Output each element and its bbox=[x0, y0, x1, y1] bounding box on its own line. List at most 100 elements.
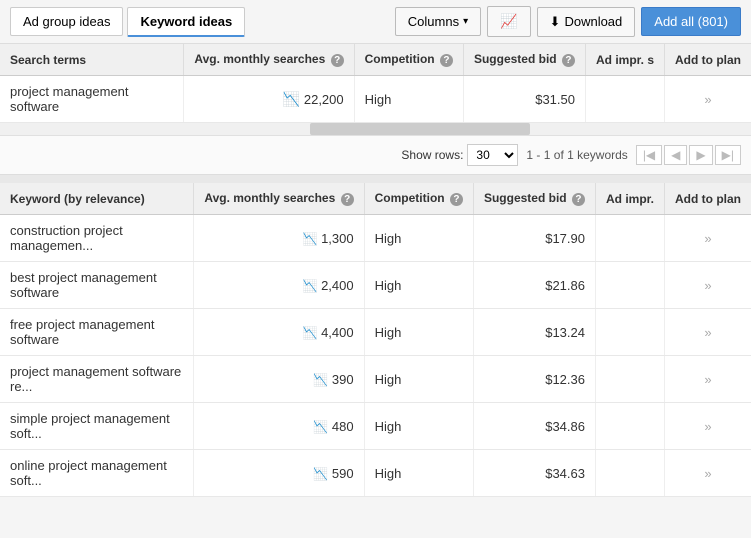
col-competition-search: Competition ? bbox=[354, 44, 463, 76]
help-bid-search[interactable]: ? bbox=[562, 54, 575, 67]
search-terms-table: Search terms Avg. monthly searches ? Com… bbox=[0, 44, 751, 123]
kw-addplan-cell[interactable]: » bbox=[665, 309, 751, 356]
rows-select[interactable]: 30 50 100 bbox=[467, 144, 518, 166]
help-avg-monthly-kw[interactable]: ? bbox=[341, 193, 354, 206]
kw-competition-cell: High bbox=[364, 215, 473, 262]
kw-term-cell: construction project managemen... bbox=[0, 215, 194, 262]
columns-label: Columns bbox=[408, 14, 459, 29]
kw-adimpr-cell bbox=[595, 403, 664, 450]
tab-ad-group-ideas[interactable]: Ad group ideas bbox=[10, 7, 123, 36]
trend-icon: 📉 bbox=[303, 326, 318, 340]
kw-competition-cell: High bbox=[364, 356, 473, 403]
first-page-button[interactable]: |◀ bbox=[636, 145, 662, 165]
download-icon: ⬇ bbox=[550, 14, 561, 30]
search-term-cell: project management software bbox=[0, 76, 184, 123]
trend-icon: 📉 bbox=[303, 232, 318, 246]
col-avg-monthly-search: Avg. monthly searches ? bbox=[184, 44, 354, 76]
kw-monthly-cell: 📉 390 bbox=[194, 356, 364, 403]
kw-competition-cell: High bbox=[364, 403, 473, 450]
kw-bid-cell: $17.90 bbox=[473, 215, 595, 262]
help-competition-search[interactable]: ? bbox=[440, 54, 453, 67]
chart-button[interactable]: 📈 bbox=[487, 6, 530, 37]
trend-icon: 📉 bbox=[313, 420, 328, 434]
kw-addplan-cell[interactable]: » bbox=[665, 356, 751, 403]
kw-adimpr-cell bbox=[595, 215, 664, 262]
kw-bid-cell: $21.86 bbox=[473, 262, 595, 309]
keyword-row-4: simple project management soft... 📉 480 … bbox=[0, 403, 751, 450]
kw-adimpr-cell bbox=[595, 450, 664, 497]
search-bid-cell: $31.50 bbox=[463, 76, 585, 123]
kw-addplan-cell[interactable]: » bbox=[665, 262, 751, 309]
scrollbar-thumb bbox=[310, 123, 530, 135]
col-avg-monthly-kw: Avg. monthly searches ? bbox=[194, 183, 364, 215]
kw-monthly-cell: 📉 480 bbox=[194, 403, 364, 450]
kw-adimpr-cell bbox=[595, 356, 664, 403]
search-table-header-row: Search terms Avg. monthly searches ? Com… bbox=[0, 44, 751, 76]
download-button[interactable]: ⬇ Download bbox=[537, 7, 636, 37]
kw-term-cell: simple project management soft... bbox=[0, 403, 194, 450]
search-term-row-0: project management software 📉 22,200 Hig… bbox=[0, 76, 751, 123]
kw-bid-cell: $34.86 bbox=[473, 403, 595, 450]
next-page-button[interactable]: ▶ bbox=[689, 145, 712, 165]
search-addplan-cell[interactable]: » bbox=[665, 76, 751, 123]
col-suggested-bid-search: Suggested bid ? bbox=[463, 44, 585, 76]
col-search-terms: Search terms bbox=[0, 44, 184, 76]
tab-keyword-ideas[interactable]: Keyword ideas bbox=[127, 7, 245, 37]
col-add-to-plan-kw: Add to plan bbox=[665, 183, 751, 215]
kw-addplan-cell[interactable]: » bbox=[665, 450, 751, 497]
trend-icon: 📉 bbox=[283, 91, 300, 107]
search-adimpr-cell bbox=[585, 76, 664, 123]
top-bar: Ad group ideas Keyword ideas Columns ▾ 📈… bbox=[0, 0, 751, 44]
show-rows-control: Show rows: 30 50 100 bbox=[401, 144, 518, 166]
kw-term-cell: best project management software bbox=[0, 262, 194, 309]
col-add-to-plan-search: Add to plan bbox=[665, 44, 751, 76]
download-label: Download bbox=[564, 14, 622, 29]
kw-addplan-cell[interactable]: » bbox=[665, 403, 751, 450]
keyword-row-5: online project management soft... 📉 590 … bbox=[0, 450, 751, 497]
kw-adimpr-cell bbox=[595, 262, 664, 309]
kw-bid-cell: $12.36 bbox=[473, 356, 595, 403]
kw-bid-cell: $13.24 bbox=[473, 309, 595, 356]
search-monthly-cell: 📉 22,200 bbox=[184, 76, 354, 123]
columns-button[interactable]: Columns ▾ bbox=[395, 7, 481, 36]
kw-term-cell: free project management software bbox=[0, 309, 194, 356]
keyword-row-3: project management software re... 📉 390 … bbox=[0, 356, 751, 403]
scrollbar[interactable] bbox=[0, 123, 751, 135]
keyword-ideas-section: Keyword (by relevance) Avg. monthly sear… bbox=[0, 183, 751, 497]
kw-competition-cell: High bbox=[364, 262, 473, 309]
kw-monthly-cell: 📉 1,300 bbox=[194, 215, 364, 262]
trend-icon: 📉 bbox=[313, 373, 328, 387]
col-ad-impr-kw: Ad impr. bbox=[595, 183, 664, 215]
chevron-down-icon: ▾ bbox=[463, 16, 468, 27]
kw-competition-cell: High bbox=[364, 309, 473, 356]
prev-page-button[interactable]: ◀ bbox=[664, 145, 687, 165]
kw-term-cell: project management software re... bbox=[0, 356, 194, 403]
trend-icon: 📉 bbox=[303, 279, 318, 293]
trend-icon: 📉 bbox=[313, 467, 328, 481]
keyword-row-2: free project management software 📉 4,400… bbox=[0, 309, 751, 356]
keyword-row-1: best project management software 📉 2,400… bbox=[0, 262, 751, 309]
col-ad-impr-search: Ad impr. s bbox=[585, 44, 664, 76]
help-avg-monthly-search[interactable]: ? bbox=[331, 54, 344, 67]
kw-bid-cell: $34.63 bbox=[473, 450, 595, 497]
search-competition-cell: High bbox=[354, 76, 463, 123]
kw-addplan-cell[interactable]: » bbox=[665, 215, 751, 262]
col-keyword: Keyword (by relevance) bbox=[0, 183, 194, 215]
kw-monthly-cell: 📉 590 bbox=[194, 450, 364, 497]
kw-term-cell: online project management soft... bbox=[0, 450, 194, 497]
keyword-ideas-table: Keyword (by relevance) Avg. monthly sear… bbox=[0, 183, 751, 497]
page-navigation: |◀ ◀ ▶ ▶| bbox=[636, 145, 741, 165]
col-competition-kw: Competition ? bbox=[364, 183, 473, 215]
keyword-row-0: construction project managemen... 📉 1,30… bbox=[0, 215, 751, 262]
col-suggested-bid-kw: Suggested bid ? bbox=[473, 183, 595, 215]
pagination-bar: Show rows: 30 50 100 1 - 1 of 1 keywords… bbox=[0, 135, 751, 174]
search-terms-section: Search terms Avg. monthly searches ? Com… bbox=[0, 44, 751, 175]
chart-icon: 📈 bbox=[500, 13, 517, 30]
page-info: 1 - 1 of 1 keywords bbox=[526, 148, 627, 162]
last-page-button[interactable]: ▶| bbox=[715, 145, 741, 165]
help-bid-kw[interactable]: ? bbox=[572, 193, 585, 206]
help-competition-kw[interactable]: ? bbox=[450, 193, 463, 206]
keyword-table-header-row: Keyword (by relevance) Avg. monthly sear… bbox=[0, 183, 751, 215]
show-rows-label: Show rows: bbox=[401, 148, 463, 162]
add-all-button[interactable]: Add all (801) bbox=[641, 7, 741, 36]
